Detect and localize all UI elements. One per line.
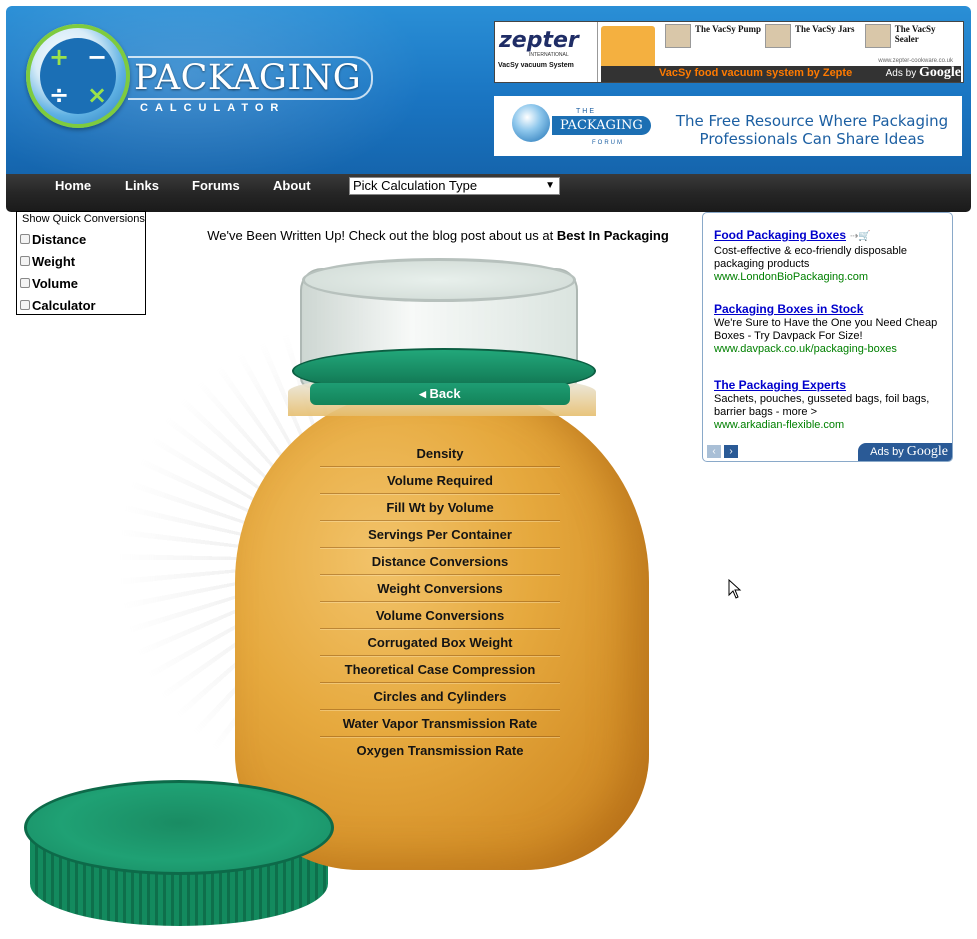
forum-logo-forum: FORUM bbox=[592, 140, 624, 146]
ad-brand-panel: zepter INTERNATIONAL VacSy vacuum System bbox=[495, 22, 598, 82]
menu-distance-conversions[interactable]: Distance Conversions bbox=[320, 548, 560, 575]
dropdown-arrow-icon: ▼ bbox=[545, 180, 555, 191]
qc-label: Distance bbox=[32, 231, 87, 247]
best-in-packaging-link[interactable]: Best In Packaging bbox=[557, 228, 669, 243]
brand-sub: CALCULATOR bbox=[140, 102, 286, 114]
menu-volume-conversions[interactable]: Volume Conversions bbox=[320, 602, 560, 629]
menu-volume-required[interactable]: Volume Required bbox=[320, 467, 560, 494]
ads-by-label: Ads by bbox=[870, 446, 904, 458]
menu-weight-conversions[interactable]: Weight Conversions bbox=[320, 575, 560, 602]
back-button[interactable]: ◂ Back bbox=[310, 383, 570, 405]
zepter-logo: zepter bbox=[499, 28, 579, 53]
menu-density[interactable]: Density bbox=[320, 440, 560, 467]
ad-product-label: The VacSy Sealer bbox=[894, 24, 936, 44]
ad-description: Sachets, pouches, gusseted bags, foil ba… bbox=[714, 393, 930, 418]
menu-water-vapor-transmission-rate[interactable]: Water Vapor Transmission Rate bbox=[320, 710, 560, 737]
writeup-text: We've Been Written Up! Check out the blo… bbox=[207, 228, 554, 243]
ad-product-label: The VacSy Pump bbox=[694, 24, 762, 34]
google-text-ads: Food Packaging Boxes ⇢🛒 Cost-effective & … bbox=[702, 212, 953, 462]
google-logo: Google bbox=[906, 444, 948, 459]
quick-conversions-title: Show Quick Conversions bbox=[22, 213, 145, 225]
sealer-thumb-icon bbox=[865, 24, 891, 48]
forum-logo: THE PACKAGING FORUM bbox=[504, 100, 651, 152]
ad-product-list: The VacSy Pump The VacSy Jars The VacSy … bbox=[665, 24, 961, 50]
plus-icon: + bbox=[48, 43, 70, 71]
menu-theoretical-case-compression[interactable]: Theoretical Case Compression bbox=[320, 656, 560, 683]
qc-option-distance[interactable]: Distance bbox=[17, 228, 145, 250]
calculation-type-select[interactable]: Pick Calculation Type ▼ bbox=[349, 177, 560, 195]
zepter-sub: INTERNATIONAL bbox=[529, 52, 569, 58]
site-brand[interactable]: PACKAGING CALCULATOR bbox=[128, 56, 374, 114]
ads-by-google[interactable]: Ads by Google bbox=[858, 443, 952, 461]
menu-circles-and-cylinders[interactable]: Circles and Cylinders bbox=[320, 683, 560, 710]
brand-word: PACKAGING bbox=[128, 56, 374, 100]
back-arrow-icon: ◂ bbox=[419, 386, 430, 401]
back-label: Back bbox=[429, 386, 461, 401]
cap-top bbox=[24, 780, 334, 875]
next-arrow-icon[interactable]: › bbox=[724, 445, 738, 458]
forum-logo-word: PACKAGING bbox=[552, 116, 651, 135]
ad-url[interactable]: www.arkadian-flexible.com bbox=[714, 419, 950, 431]
google-logo: Google bbox=[919, 65, 961, 80]
zepter-banner-ad[interactable]: zepter INTERNATIONAL VacSy vacuum System… bbox=[494, 21, 964, 83]
nav-about[interactable]: About bbox=[273, 178, 311, 193]
menu-servings-per-container[interactable]: Servings Per Container bbox=[320, 521, 560, 548]
globe-bottle-icon bbox=[512, 104, 550, 142]
multiply-icon: × bbox=[86, 81, 108, 109]
select-value: Pick Calculation Type bbox=[353, 178, 478, 193]
ad-url[interactable]: www.davpack.co.uk/packaging-boxes bbox=[714, 343, 950, 355]
calculator-logo-icon[interactable]: + − ÷ × bbox=[26, 24, 130, 128]
ads-by-google[interactable]: Ads by Google bbox=[886, 65, 961, 81]
menu-oxygen-transmission-rate[interactable]: Oxygen Transmission Rate bbox=[320, 737, 560, 763]
ad-title[interactable]: Food Packaging Boxes bbox=[714, 228, 846, 242]
divide-icon: ÷ bbox=[48, 81, 70, 109]
jar-rim bbox=[302, 258, 576, 302]
ad-tagline: VacSy food vacuum system by Zepte bbox=[659, 67, 853, 79]
ad-title[interactable]: The Packaging Experts bbox=[714, 378, 950, 392]
text-ad[interactable]: The Packaging Experts Sachets, pouches, … bbox=[714, 378, 950, 431]
ads-pager: ‹ › bbox=[707, 445, 738, 458]
jar-illustration: ◂ Back Density Volume Required Fill Wt b… bbox=[20, 250, 700, 934]
ads-by-label: Ads by bbox=[885, 68, 917, 79]
logo-symbols: + − ÷ × bbox=[40, 38, 116, 114]
ad-title[interactable]: Packaging Boxes in Stock bbox=[714, 302, 950, 316]
jars-thumb-icon bbox=[765, 24, 791, 48]
cart-icon: ⇢🛒 bbox=[850, 231, 871, 242]
ad-url[interactable]: www.LondonBioPackaging.com bbox=[714, 271, 950, 283]
ad-url: www.zepter-cookware.co.uk bbox=[878, 58, 953, 64]
nav-forums[interactable]: Forums bbox=[192, 178, 240, 193]
ad-description: We're Sure to Have the One you Need Chea… bbox=[714, 317, 938, 342]
pump-thumb-icon bbox=[665, 24, 691, 48]
menu-fill-wt-by-volume[interactable]: Fill Wt by Volume bbox=[320, 494, 560, 521]
text-ad[interactable]: Packaging Boxes in Stock We're Sure to H… bbox=[714, 302, 950, 355]
ad-product[interactable]: The VacSy Jars bbox=[765, 24, 861, 50]
nav-home[interactable]: Home bbox=[55, 178, 91, 193]
calculation-menu: Density Volume Required Fill Wt by Volum… bbox=[320, 440, 560, 763]
forum-logo-the: THE bbox=[576, 108, 596, 115]
ad-product[interactable]: The VacSy Sealer bbox=[865, 24, 961, 50]
checkbox[interactable] bbox=[20, 234, 30, 244]
text-ad[interactable]: Food Packaging Boxes ⇢🛒 Cost-effective & … bbox=[714, 226, 950, 283]
ad-product-label: The VacSy Jars bbox=[795, 24, 855, 34]
menu-corrugated-box-weight[interactable]: Corrugated Box Weight bbox=[320, 629, 560, 656]
nav-links[interactable]: Links bbox=[125, 178, 159, 193]
forum-ad-text: The Free Resource Where Packaging Profes… bbox=[675, 112, 949, 148]
jar-cap bbox=[24, 780, 334, 930]
main-nav: Home Links Forums About Pick Calculation… bbox=[6, 174, 971, 212]
ad-left-caption: VacSy vacuum System bbox=[498, 62, 574, 69]
prev-arrow-icon[interactable]: ‹ bbox=[707, 445, 721, 458]
minus-icon: − bbox=[86, 43, 108, 71]
mouse-cursor-icon bbox=[728, 579, 742, 599]
written-up-notice: We've Been Written Up! Check out the blo… bbox=[170, 228, 706, 243]
packaging-forum-ad[interactable]: THE PACKAGING FORUM The Free Resource Wh… bbox=[494, 96, 962, 156]
ad-description: Cost-effective & eco-friendly disposable… bbox=[714, 245, 908, 270]
ad-product[interactable]: The VacSy Pump bbox=[665, 24, 761, 50]
